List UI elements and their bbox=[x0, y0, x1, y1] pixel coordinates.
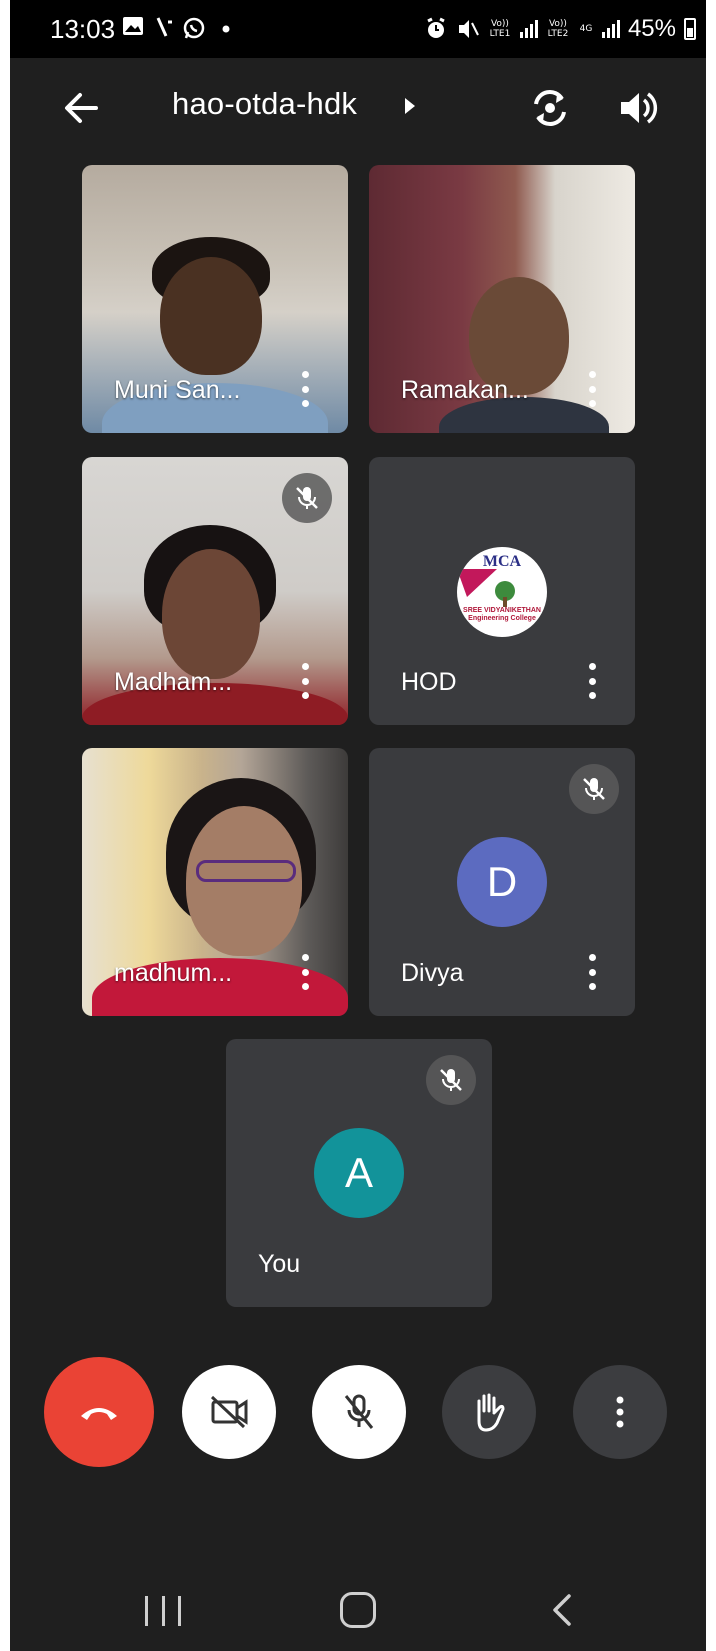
system-nav-bar bbox=[10, 1560, 706, 1651]
participant-name: Muni San... bbox=[114, 376, 241, 404]
end-call-button[interactable] bbox=[44, 1357, 154, 1467]
network-1-label: Vo)) LTE1 bbox=[489, 19, 511, 39]
signal-bars-2 bbox=[601, 20, 620, 38]
raise-hand-button[interactable] bbox=[442, 1365, 536, 1459]
mic-off-badge bbox=[426, 1055, 476, 1105]
home-icon[interactable] bbox=[340, 1592, 376, 1628]
notification-dot-icon bbox=[222, 25, 230, 33]
more-options-button[interactable] bbox=[573, 1365, 667, 1459]
self-tile[interactable]: A You bbox=[226, 1039, 492, 1307]
more-vert-icon[interactable] bbox=[300, 954, 310, 990]
switch-camera-icon[interactable] bbox=[526, 84, 574, 132]
call-end-icon bbox=[81, 1408, 117, 1420]
status-icons: Vo)) LTE1 Vo)) LTE2 4G 45% bbox=[424, 12, 696, 46]
more-vert-icon[interactable] bbox=[587, 663, 597, 699]
back-arrow-icon[interactable] bbox=[58, 86, 102, 130]
call-controls bbox=[10, 1355, 706, 1467]
logo-emblem-icon bbox=[457, 569, 515, 607]
participant-tile[interactable]: MCA SREE VIDYANIKETHAN Engineering Colle… bbox=[369, 457, 635, 725]
participant-name: madhum... bbox=[114, 959, 233, 987]
college-logo: MCA SREE VIDYANIKETHAN Engineering Colle… bbox=[457, 547, 547, 637]
raise-hand-icon bbox=[477, 1393, 505, 1432]
chevron-right-icon[interactable] bbox=[405, 98, 415, 114]
avatar: A bbox=[314, 1128, 404, 1218]
status-time: 13:03 bbox=[50, 14, 116, 44]
recent-apps-icon[interactable] bbox=[145, 1596, 181, 1626]
avatar: D bbox=[457, 837, 547, 927]
participant-name: HOD bbox=[401, 668, 457, 696]
top-bar: hao-otda-hdk bbox=[10, 58, 706, 158]
logo-text-bottom: SREE VIDYANIKETHAN Engineering College bbox=[463, 607, 541, 622]
more-vert-icon[interactable] bbox=[587, 371, 597, 407]
more-vert-icon[interactable] bbox=[300, 663, 310, 699]
mic-off-icon bbox=[583, 778, 605, 800]
battery-icon bbox=[684, 18, 696, 40]
participant-video bbox=[160, 257, 262, 375]
mic-off-icon bbox=[344, 1394, 374, 1429]
vibrate-mute-icon bbox=[458, 20, 479, 38]
mic-off-icon bbox=[440, 1069, 462, 1091]
mic-off-badge bbox=[282, 473, 332, 523]
participant-tile[interactable]: Madham... bbox=[82, 457, 348, 725]
camera-toggle-button[interactable] bbox=[182, 1365, 276, 1459]
participant-name: Madham... bbox=[114, 668, 233, 696]
battery-percent: 45% bbox=[627, 15, 676, 42]
status-bar: 13:03 Vo)) LTE1 Vo)) LTE2 4G 45% bbox=[10, 0, 706, 58]
speaker-icon[interactable] bbox=[615, 86, 659, 130]
participant-tile[interactable]: Muni San... bbox=[82, 165, 348, 433]
more-vert-icon bbox=[616, 1396, 624, 1428]
network-2-label: Vo)) LTE2 bbox=[547, 19, 569, 39]
mic-off-badge bbox=[569, 764, 619, 814]
more-vert-icon[interactable] bbox=[300, 371, 310, 407]
gallery-icon bbox=[123, 17, 143, 35]
participant-name: Ramakan... bbox=[401, 376, 529, 404]
participant-tile[interactable]: D Divya bbox=[369, 748, 635, 1016]
whatsapp-icon bbox=[183, 17, 205, 39]
participant-tile[interactable]: Ramakan... bbox=[369, 165, 635, 433]
participant-name: You bbox=[258, 1250, 301, 1278]
participant-video bbox=[162, 549, 260, 679]
mic-off-icon bbox=[296, 487, 318, 509]
videocam-off-icon bbox=[210, 1395, 248, 1429]
meet-screen: 13:03 Vo)) LTE1 Vo)) LTE2 4G 45% hao-otd… bbox=[10, 0, 706, 1651]
signal-bars-1 bbox=[519, 20, 538, 38]
call-forward-icon bbox=[156, 17, 172, 37]
meeting-code[interactable]: hao-otda-hdk bbox=[172, 86, 357, 122]
participant-tile[interactable]: madhum... bbox=[82, 748, 348, 1016]
nav-back-icon[interactable] bbox=[547, 1592, 577, 1628]
alarm-icon bbox=[427, 17, 445, 38]
microphone-toggle-button[interactable] bbox=[312, 1365, 406, 1459]
more-vert-icon[interactable] bbox=[587, 954, 597, 990]
participant-name: Divya bbox=[401, 959, 464, 987]
network-type-label: 4G bbox=[579, 24, 593, 34]
